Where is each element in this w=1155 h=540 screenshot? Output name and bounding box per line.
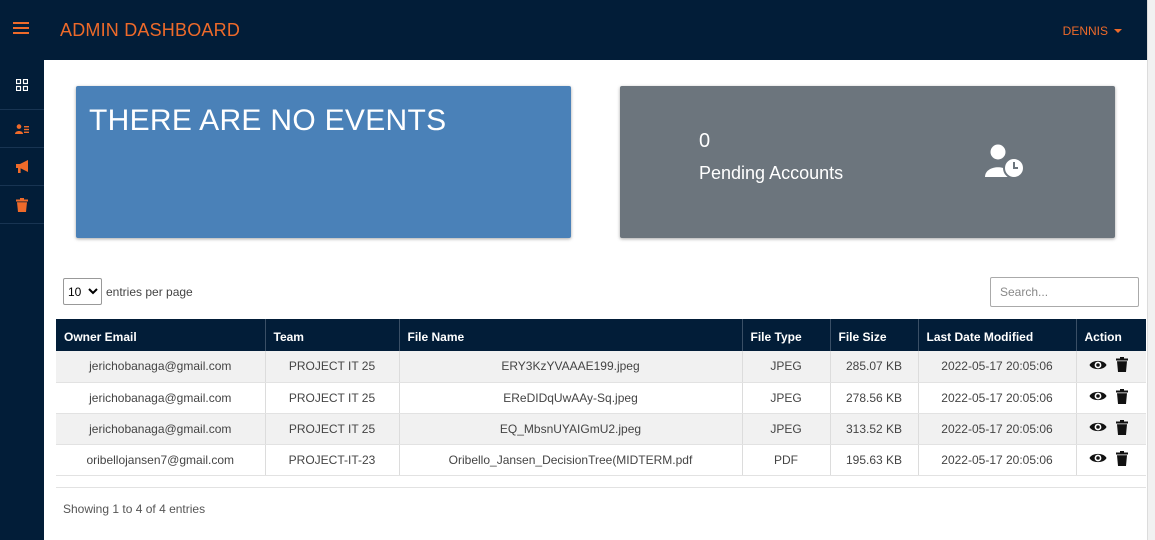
sidebar-item-dashboard[interactable] (0, 60, 44, 110)
events-card: THERE ARE NO EVENTS (76, 86, 571, 238)
cell-file-name: Oribello_Jansen_DecisionTree(MIDTERM.pdf (399, 444, 743, 476)
top-navbar: ADMIN DASHBOARD DENNIS (0, 0, 1147, 60)
sidebar-item-users[interactable] (0, 110, 44, 148)
cell-team: PROJECT IT 25 (265, 382, 400, 414)
eye-icon (1089, 422, 1106, 432)
cell-file-name: EReDIDqUwAAy-Sq.jpeg (399, 382, 743, 414)
delete-button[interactable] (1115, 419, 1128, 438)
table-row: jerichobanaga@gmail.com PROJECT IT 25 ER… (56, 382, 1146, 414)
cell-file-type: JPEG (742, 382, 831, 414)
view-button[interactable] (1089, 390, 1107, 405)
delete-button[interactable] (1115, 450, 1128, 469)
table-row: oribellojansen7@gmail.com PROJECT-IT-23 … (56, 444, 1146, 476)
cell-file-name: EQ_MbsnUYAIGmU2.jpeg (399, 413, 743, 445)
caret-down-icon (1114, 29, 1122, 33)
trash-icon (16, 197, 28, 212)
sidebar-item-trash[interactable] (0, 186, 44, 224)
cell-actions (1076, 351, 1146, 383)
column-header-owner-email[interactable]: Owner Email (56, 319, 266, 351)
app-title: ADMIN DASHBOARD (60, 20, 241, 40)
cell-team: PROJECT IT 25 (265, 413, 400, 445)
cell-actions (1076, 413, 1146, 445)
cell-owner-email: jerichobanaga@gmail.com (56, 413, 266, 445)
events-message: THERE ARE NO EVENTS (89, 104, 447, 137)
cell-team: PROJECT IT 25 (265, 351, 400, 383)
table-info: Showing 1 to 4 of 4 entries (63, 502, 206, 516)
cell-file-size: 278.56 KB (830, 382, 919, 414)
menu-toggle-icon[interactable] (13, 22, 29, 36)
table-row: jerichobanaga@gmail.com PROJECT IT 25 ER… (56, 351, 1146, 383)
cell-modified: 2022-05-17 20:05:06 (918, 444, 1077, 476)
view-button[interactable] (1089, 421, 1107, 436)
cell-file-size: 313.52 KB (830, 413, 919, 445)
cell-owner-email: jerichobanaga@gmail.com (56, 351, 266, 383)
column-header-file-size[interactable]: File Size (830, 319, 919, 351)
page-size-select[interactable]: 10 (63, 278, 102, 305)
column-header-action: Action (1076, 319, 1146, 351)
cell-owner-email: jerichobanaga@gmail.com (56, 382, 266, 414)
eye-icon (1089, 391, 1106, 401)
user-name: DENNIS (1062, 24, 1108, 38)
column-header-file-type[interactable]: File Type (742, 319, 831, 351)
view-button[interactable] (1089, 452, 1107, 467)
trash-icon (1115, 357, 1128, 373)
pending-accounts-card[interactable]: 0 Pending Accounts (620, 86, 1115, 238)
cell-actions (1076, 382, 1146, 414)
files-table: Owner Email Team File Name File Type Fil… (56, 319, 1146, 476)
cell-file-name: ERY3KzYVAAAE199.jpeg (399, 351, 743, 383)
table-header: Owner Email Team File Name File Type Fil… (56, 319, 1146, 351)
cell-file-size: 285.07 KB (830, 351, 919, 383)
page-scrollbar[interactable] (1147, 0, 1155, 540)
column-header-last-modified[interactable]: Last Date Modified (918, 319, 1077, 351)
user-clock-icon (985, 144, 1025, 178)
cell-team: PROJECT-IT-23 (265, 444, 400, 476)
user-list-icon (15, 123, 29, 134)
cell-file-size: 195.63 KB (830, 444, 919, 476)
entries-label: entries per page (106, 284, 193, 299)
trash-icon (1115, 450, 1128, 466)
entries-per-page: 10 entries per page (63, 278, 193, 305)
cell-file-type: PDF (742, 444, 831, 476)
search-input[interactable] (990, 277, 1139, 307)
cell-modified: 2022-05-17 20:05:06 (918, 382, 1077, 414)
table-body: jerichobanaga@gmail.com PROJECT IT 25 ER… (56, 351, 1146, 476)
divider (56, 487, 1146, 488)
pending-count: 0 (699, 130, 711, 152)
cell-owner-email: oribellojansen7@gmail.com (56, 444, 266, 476)
cell-modified: 2022-05-17 20:05:06 (918, 413, 1077, 445)
delete-button[interactable] (1115, 357, 1128, 375)
eye-icon (1089, 453, 1106, 463)
column-header-team[interactable]: Team (265, 319, 400, 351)
sidebar-item-announcements[interactable] (0, 148, 44, 186)
cell-file-type: JPEG (742, 413, 831, 445)
trash-icon (1115, 388, 1128, 404)
trash-icon (1115, 419, 1128, 435)
grid-icon (16, 78, 28, 91)
cell-file-type: JPEG (742, 351, 831, 383)
eye-icon (1089, 360, 1106, 369)
view-button[interactable] (1089, 359, 1107, 374)
sidebar (0, 60, 44, 540)
cell-modified: 2022-05-17 20:05:06 (918, 351, 1077, 383)
user-dropdown[interactable]: DENNIS (1063, 24, 1122, 38)
megaphone-icon (15, 159, 28, 173)
cell-actions (1076, 444, 1146, 476)
delete-button[interactable] (1115, 388, 1128, 407)
main-content: THERE ARE NO EVENTS 0 Pending Accounts 1… (44, 60, 1147, 540)
table-row: jerichobanaga@gmail.com PROJECT IT 25 EQ… (56, 413, 1146, 445)
column-header-file-name[interactable]: File Name (399, 319, 743, 351)
pending-label: Pending Accounts (699, 163, 844, 183)
